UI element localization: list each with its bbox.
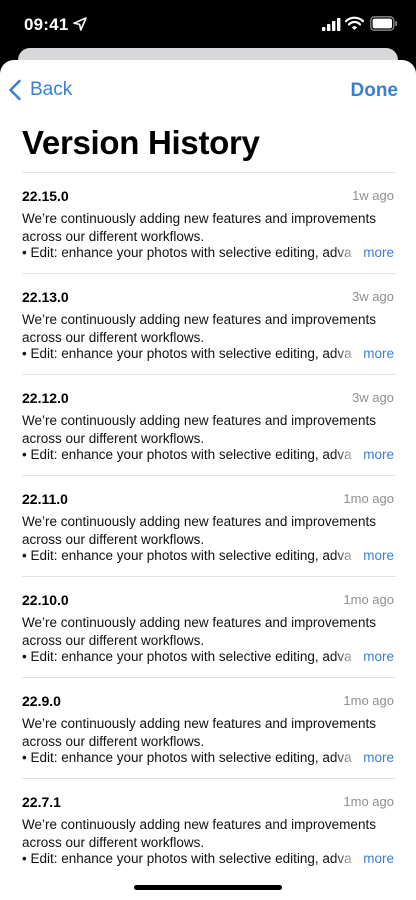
page-title: Version History <box>22 124 260 161</box>
text-fade <box>334 648 360 666</box>
done-button[interactable]: Done <box>351 80 399 102</box>
version-item: 22.12.0 3w ago We’re continuously adding… <box>22 374 396 475</box>
more-link[interactable]: more <box>363 244 394 262</box>
more-link[interactable]: more <box>363 648 394 666</box>
version-item: 22.13.0 3w ago We’re continuously adding… <box>22 273 396 374</box>
back-button-label: Back <box>30 79 73 100</box>
version-notes-preview: • Edit: enhance your photos with selecti… <box>22 244 360 262</box>
version-description: We’re continuously adding new features a… <box>22 716 376 749</box>
text-fade <box>334 749 360 767</box>
version-notes-text: • Edit: enhance your photos with selecti… <box>22 245 352 260</box>
home-indicator[interactable] <box>134 885 282 890</box>
version-number: 22.12.0 <box>22 390 69 406</box>
version-notes-text: • Edit: enhance your photos with selecti… <box>22 548 352 563</box>
version-date: 1mo ago <box>343 592 394 607</box>
version-item: 22.9.0 1mo ago We’re continuously adding… <box>22 677 396 778</box>
version-number: 22.9.0 <box>22 693 61 709</box>
version-notes-preview: • Edit: enhance your photos with selecti… <box>22 547 360 565</box>
version-description: We’re continuously adding new features a… <box>22 615 376 648</box>
version-date: 3w ago <box>352 390 394 405</box>
version-description: We’re continuously adding new features a… <box>22 817 376 850</box>
version-notes-preview: • Edit: enhance your photos with selecti… <box>22 648 360 666</box>
version-item: 22.10.0 1mo ago We’re continuously addin… <box>22 576 396 677</box>
version-list: 22.15.0 1w ago We’re continuously adding… <box>22 172 396 879</box>
version-notes-preview: • Edit: enhance your photos with selecti… <box>22 850 360 868</box>
version-number: 22.7.1 <box>22 794 61 810</box>
version-date: 1mo ago <box>343 794 394 809</box>
version-description: We’re continuously adding new features a… <box>22 211 376 244</box>
more-link[interactable]: more <box>363 749 394 767</box>
version-notes-text: • Edit: enhance your photos with selecti… <box>22 851 352 866</box>
text-fade <box>334 244 360 262</box>
status-time: 09:41 <box>24 15 69 34</box>
more-link[interactable]: more <box>363 345 394 363</box>
back-button[interactable]: Back <box>8 78 72 102</box>
version-date: 1w ago <box>352 188 394 203</box>
text-fade <box>334 850 360 868</box>
text-fade <box>334 446 360 464</box>
cellular-signal-icon <box>322 18 341 31</box>
version-number: 22.15.0 <box>22 188 69 204</box>
version-notes-text: • Edit: enhance your photos with selecti… <box>22 750 352 765</box>
version-number: 22.10.0 <box>22 592 69 608</box>
version-number: 22.13.0 <box>22 289 69 305</box>
version-history-sheet: Back Done Version History 22.15.0 1w ago… <box>0 60 416 900</box>
version-notes-text: • Edit: enhance your photos with selecti… <box>22 447 352 462</box>
location-arrow-icon <box>73 17 87 31</box>
version-item: 22.7.1 1mo ago We’re continuously adding… <box>22 778 396 879</box>
version-notes-preview: • Edit: enhance your photos with selecti… <box>22 749 360 767</box>
status-bar: 09:41 <box>0 0 416 50</box>
version-description: We’re continuously adding new features a… <box>22 514 376 547</box>
battery-icon <box>370 16 397 31</box>
version-date: 1mo ago <box>343 491 394 506</box>
chevron-left-icon <box>9 79 21 101</box>
version-notes-preview: • Edit: enhance your photos with selecti… <box>22 446 360 464</box>
wifi-icon <box>345 16 364 30</box>
version-date: 3w ago <box>352 289 394 304</box>
version-item: 22.11.0 1mo ago We’re continuously addin… <box>22 475 396 576</box>
more-link[interactable]: more <box>363 850 394 868</box>
text-fade <box>334 547 360 565</box>
version-notes-text: • Edit: enhance your photos with selecti… <box>22 649 352 664</box>
version-number: 22.11.0 <box>22 491 68 507</box>
version-item: 22.15.0 1w ago We’re continuously adding… <box>22 172 396 273</box>
version-date: 1mo ago <box>343 693 394 708</box>
version-description: We’re continuously adding new features a… <box>22 312 376 345</box>
more-link[interactable]: more <box>363 547 394 565</box>
text-fade <box>334 345 360 363</box>
version-notes-preview: • Edit: enhance your photos with selecti… <box>22 345 360 363</box>
version-notes-text: • Edit: enhance your photos with selecti… <box>22 346 352 361</box>
version-description: We’re continuously adding new features a… <box>22 413 376 446</box>
more-link[interactable]: more <box>363 446 394 464</box>
